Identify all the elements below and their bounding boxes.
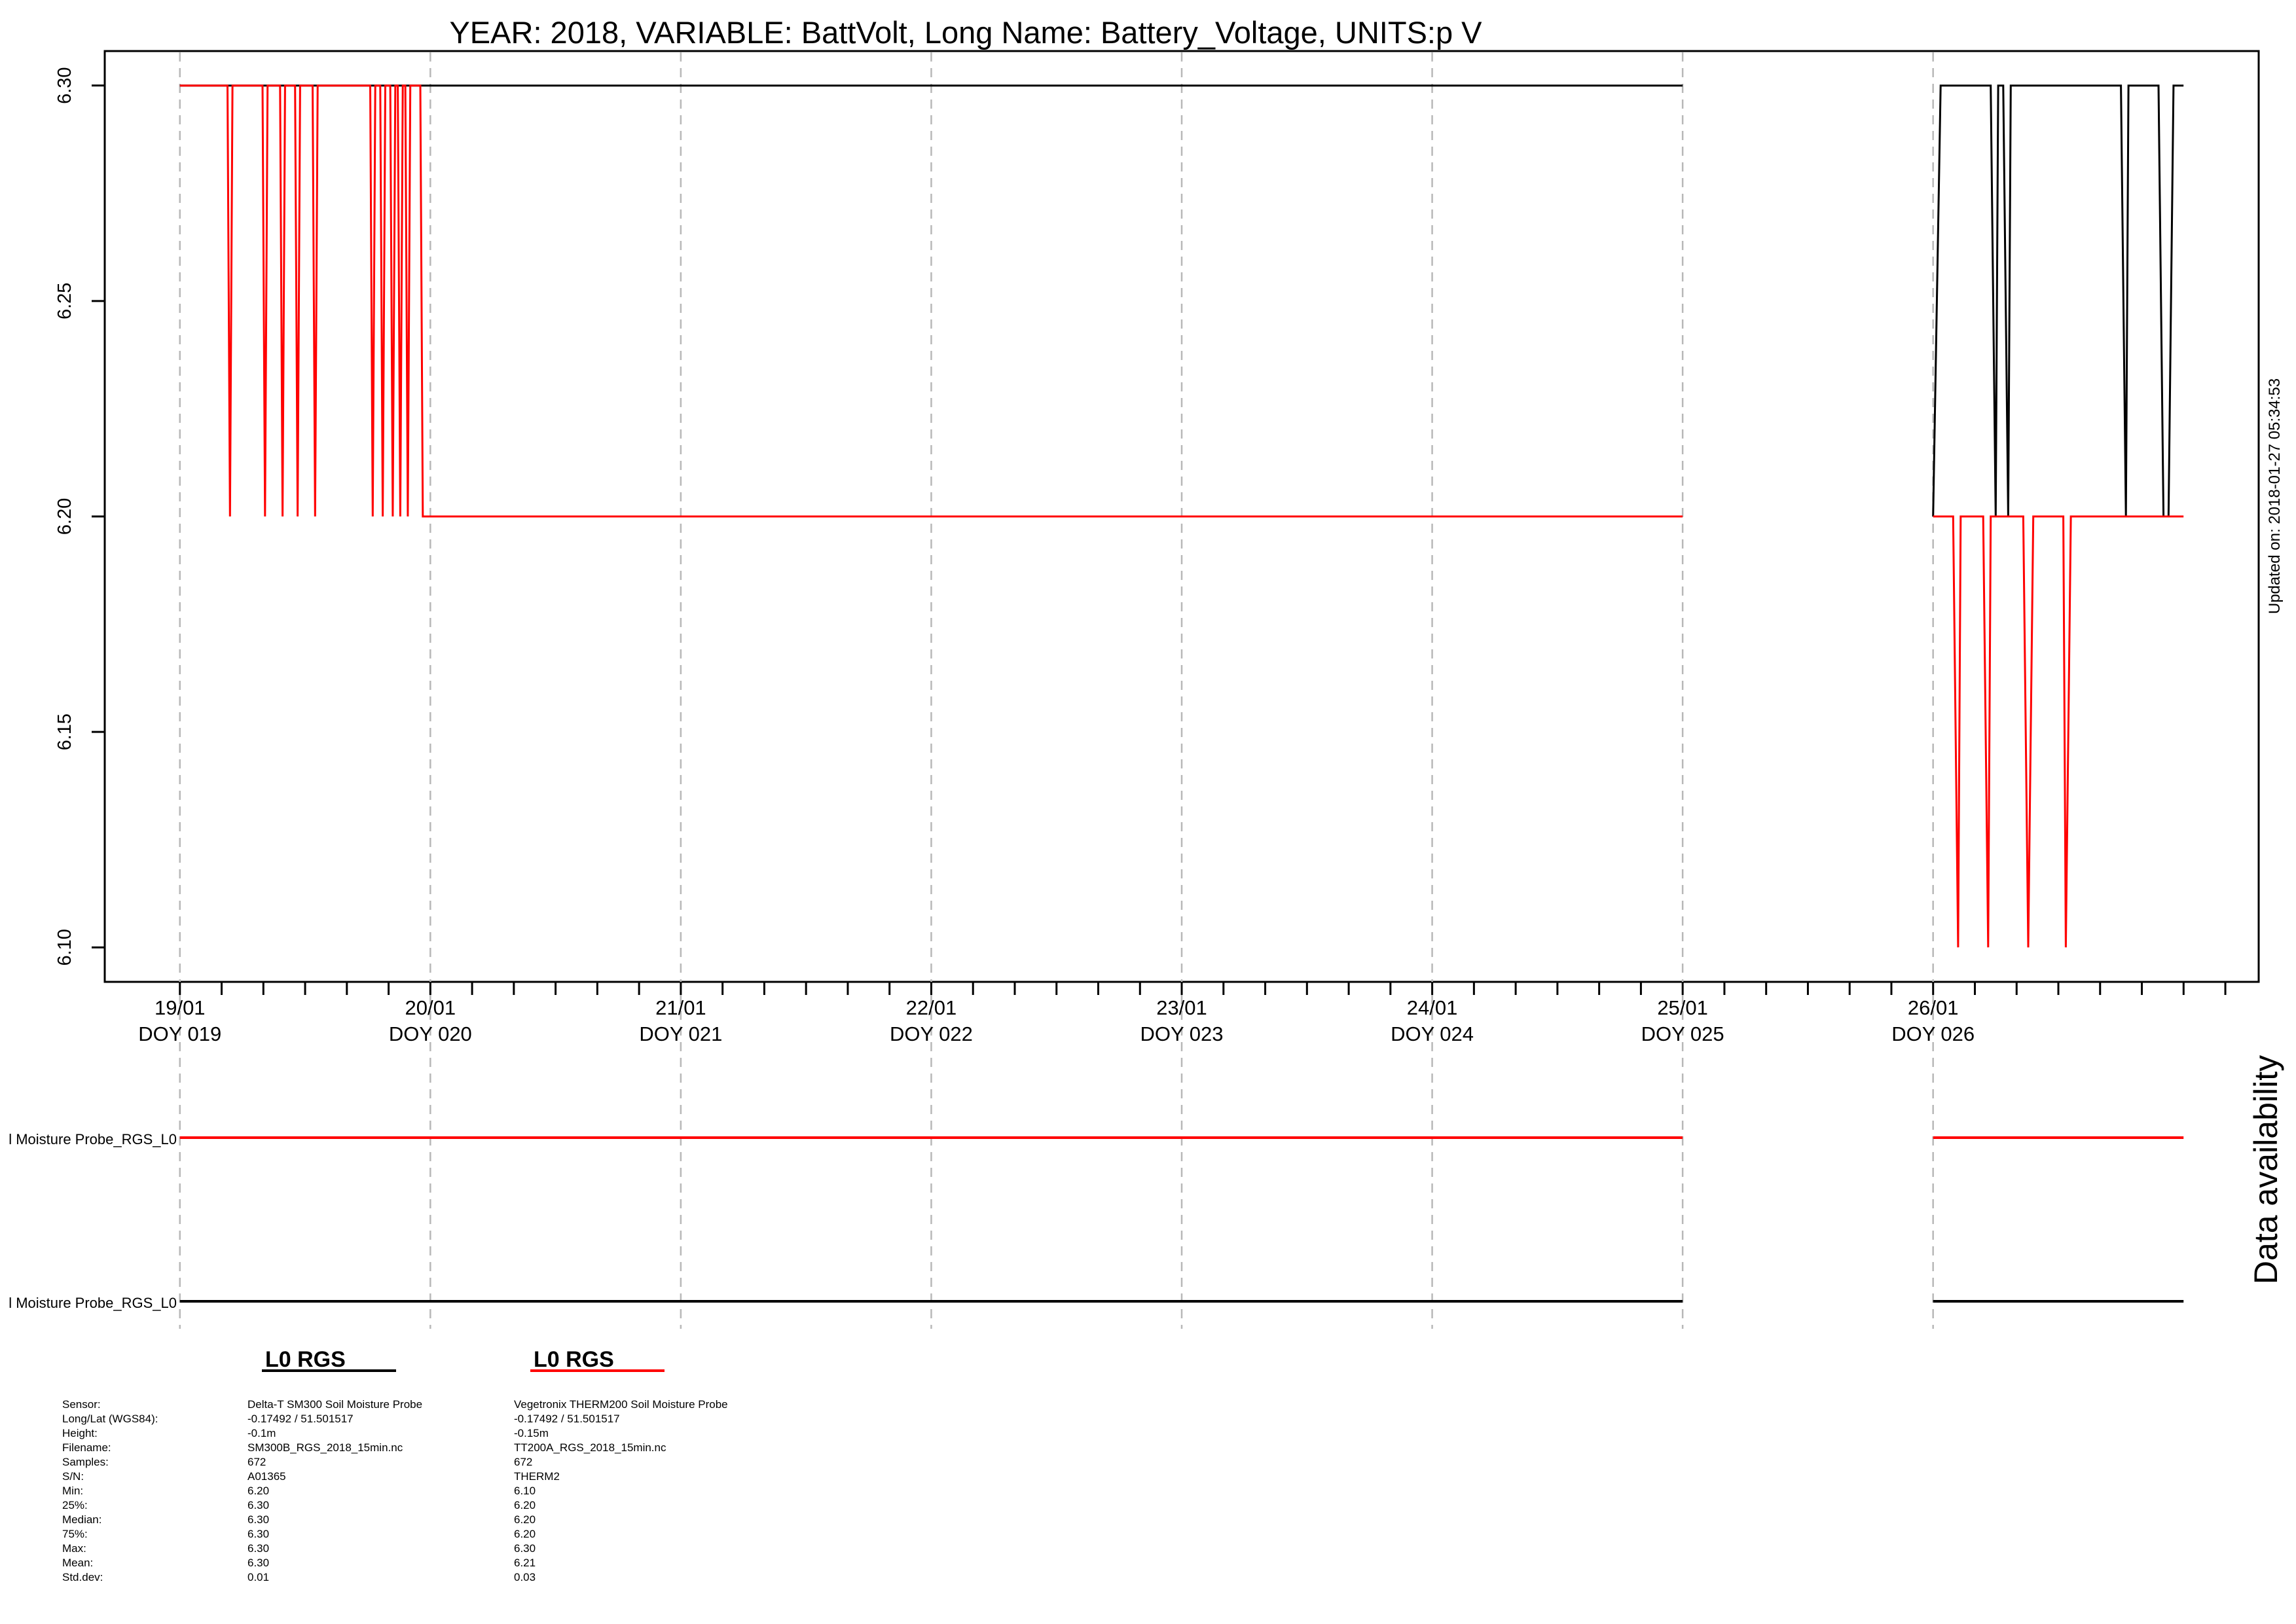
legend-row-label: Std.dev: xyxy=(62,1571,103,1583)
legend-value: 6.30 xyxy=(514,1542,536,1555)
legend-value: Delta-T SM300 Soil Moisture Probe xyxy=(247,1398,422,1411)
x-tick-date: 20/01 xyxy=(405,996,456,1019)
y-tick-label: 6.25 xyxy=(54,283,75,319)
legend-value: Vegetronix THERM200 Soil Moisture Probe xyxy=(514,1398,728,1411)
availability-axis-label: Data availability xyxy=(2248,1055,2284,1284)
legend-row-label: Min: xyxy=(62,1485,83,1497)
x-tick-date: 22/01 xyxy=(906,996,957,1019)
legend-value: 6.10 xyxy=(514,1485,536,1497)
legend-value: -0.17492 / 51.501517 xyxy=(514,1413,620,1425)
x-tick-date: 25/01 xyxy=(1657,996,1708,1019)
legend-title: L0 RGS xyxy=(265,1347,346,1372)
legend-value: 6.20 xyxy=(514,1499,536,1511)
legend-row-label: 75%: xyxy=(62,1528,88,1540)
legend-title: L0 RGS xyxy=(534,1347,614,1372)
y-tick-label: 6.30 xyxy=(54,67,75,103)
legend-value: -0.15m xyxy=(514,1427,549,1439)
legend-row-label: S/N: xyxy=(62,1470,84,1483)
legend-row-label: Median: xyxy=(62,1513,101,1526)
y-tick-label: 6.15 xyxy=(54,713,75,750)
x-tick-doy: DOY 026 xyxy=(1891,1022,1975,1045)
legend-row-label: Samples: xyxy=(62,1456,109,1468)
legend-value: 672 xyxy=(514,1456,532,1468)
legend-row-label: Long/Lat (WGS84): xyxy=(62,1413,158,1425)
legend-value: SM300B_RGS_2018_15min.nc xyxy=(247,1441,403,1454)
legend-row-label: Mean: xyxy=(62,1557,93,1569)
x-tick-doy: DOY 020 xyxy=(389,1022,472,1045)
legend-value: 6.21 xyxy=(514,1557,536,1569)
chart-background xyxy=(0,0,2296,1624)
legend-value: 6.20 xyxy=(514,1513,536,1526)
y-tick-label: 6.10 xyxy=(54,929,75,965)
x-tick-date: 24/01 xyxy=(1407,996,1458,1019)
x-tick-doy: DOY 025 xyxy=(1641,1022,1724,1045)
legend-value: 6.30 xyxy=(247,1513,269,1526)
legend-row-label: Filename: xyxy=(62,1441,111,1454)
legend-value: A01365 xyxy=(247,1470,286,1483)
legend-value: -0.1m xyxy=(247,1427,276,1439)
y-tick-label: 6.20 xyxy=(54,498,75,535)
legend-value: 6.20 xyxy=(247,1485,269,1497)
x-tick-date: 19/01 xyxy=(155,996,206,1019)
battery-voltage-chart: YEAR: 2018, VARIABLE: BattVolt, Long Nam… xyxy=(0,0,2296,1624)
legend-value: 672 xyxy=(247,1456,266,1468)
updated-timestamp: Updated on: 2018-01-27 05:34:53 xyxy=(2266,378,2284,614)
legend-value: 6.30 xyxy=(247,1557,269,1569)
x-tick-doy: DOY 022 xyxy=(890,1022,973,1045)
x-tick-doy: DOY 019 xyxy=(138,1022,221,1045)
legend-value: TT200A_RGS_2018_15min.nc xyxy=(514,1441,666,1454)
legend-value: 0.03 xyxy=(514,1571,536,1583)
x-tick-date: 23/01 xyxy=(1156,996,1207,1019)
legend-value: THERM2 xyxy=(514,1470,560,1483)
legend-row-label: Height: xyxy=(62,1427,98,1439)
availability-row-label: l Moisture Probe_RGS_L0 xyxy=(9,1295,177,1311)
legend-row-label: Sensor: xyxy=(62,1398,101,1411)
x-tick-date: 26/01 xyxy=(1908,996,1959,1019)
legend-row-label: 25%: xyxy=(62,1499,88,1511)
legend-value: 6.30 xyxy=(247,1499,269,1511)
availability-row-label: l Moisture Probe_RGS_L0 xyxy=(9,1131,177,1147)
legend-value: 6.30 xyxy=(247,1528,269,1540)
x-tick-date: 21/01 xyxy=(655,996,706,1019)
legend-row-label: Max: xyxy=(62,1542,86,1555)
x-tick-doy: DOY 023 xyxy=(1140,1022,1224,1045)
legend-value: -0.17492 / 51.501517 xyxy=(247,1413,354,1425)
x-tick-doy: DOY 021 xyxy=(639,1022,722,1045)
legend-value: 6.20 xyxy=(514,1528,536,1540)
chart-title: YEAR: 2018, VARIABLE: BattVolt, Long Nam… xyxy=(449,15,1482,50)
legend-value: 6.30 xyxy=(247,1542,269,1555)
x-tick-doy: DOY 024 xyxy=(1391,1022,1474,1045)
legend-value: 0.01 xyxy=(247,1571,269,1583)
